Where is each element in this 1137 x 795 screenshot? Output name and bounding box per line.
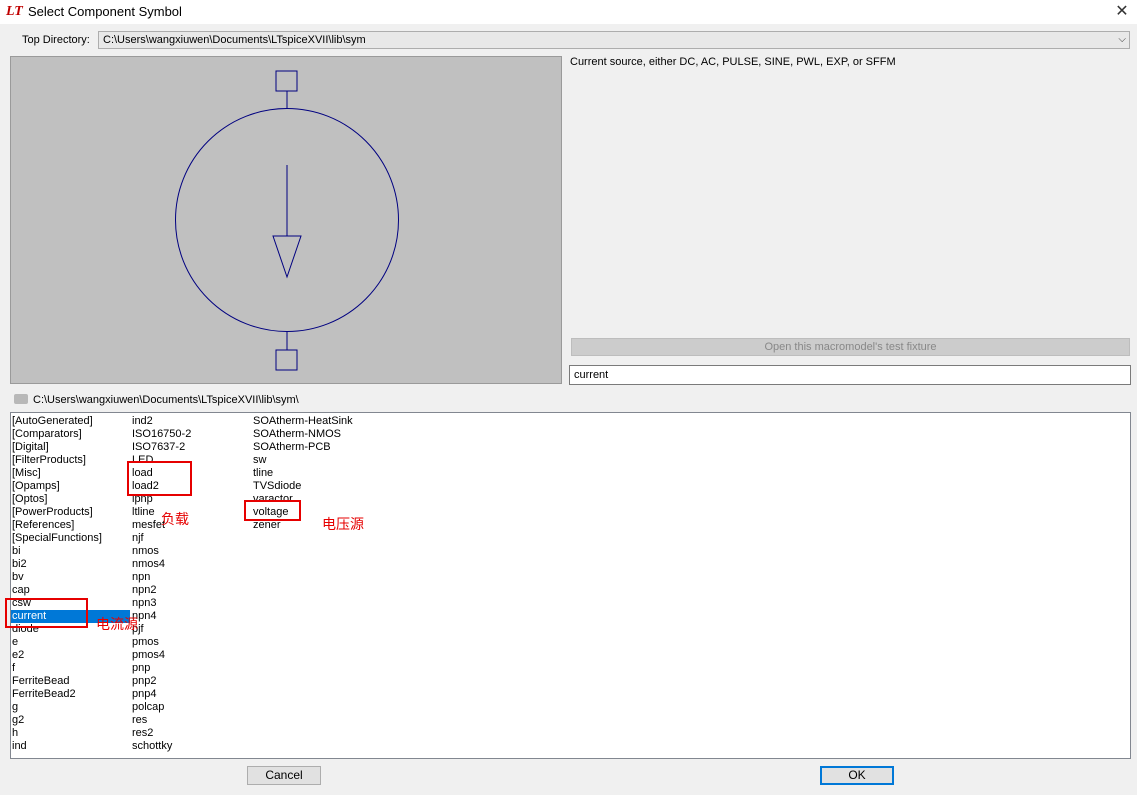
list-item[interactable]: h	[11, 727, 130, 740]
list-item[interactable]: SOAtherm-NMOS	[252, 428, 353, 441]
bottom-pin-icon	[275, 349, 298, 371]
list-item[interactable]: bi2	[11, 558, 130, 571]
ltspice-logo-icon: LT	[6, 4, 23, 19]
list-item[interactable]: bi	[11, 545, 130, 558]
cancel-button[interactable]: Cancel	[247, 766, 321, 785]
list-item[interactable]: res	[131, 714, 191, 727]
list-item[interactable]: npn2	[131, 584, 191, 597]
list-item[interactable]: npn	[131, 571, 191, 584]
list-item[interactable]: res2	[131, 727, 191, 740]
list-item[interactable]: e2	[11, 649, 130, 662]
list-item[interactable]: pmos4	[131, 649, 191, 662]
list-item[interactable]: ISO16750-2	[131, 428, 191, 441]
symbol-list-column-1: [AutoGenerated] [Comparators] [Digital] [Fi…	[11, 415, 130, 753]
list-item[interactable]: g2	[11, 714, 130, 727]
list-item[interactable]: [AutoGenerated]	[11, 415, 130, 428]
top-directory-value: C:\Users\wangxiuwen\Documents\LTspiceXVI…	[103, 34, 366, 46]
top-directory-label: Top Directory:	[22, 34, 90, 46]
list-item[interactable]: TVSdiode	[252, 480, 353, 493]
list-item[interactable]: [Optos]	[11, 493, 130, 506]
open-test-fixture-button[interactable]: Open this macromodel's test fixture	[571, 338, 1130, 356]
list-item[interactable]: g	[11, 701, 130, 714]
list-item[interactable]: polcap	[131, 701, 191, 714]
list-item[interactable]: [SpecialFunctions]	[11, 532, 130, 545]
list-item[interactable]: [Comparators]	[11, 428, 130, 441]
chevron-down-icon[interactable]: ⌵	[1118, 34, 1126, 45]
list-item[interactable]: ind2	[131, 415, 191, 428]
list-item[interactable]: nmos	[131, 545, 191, 558]
list-item[interactable]: ind	[11, 740, 130, 753]
ok-button[interactable]: OK	[820, 766, 894, 785]
symbol-preview	[10, 56, 562, 384]
list-item[interactable]: SOAtherm-HeatSink	[252, 415, 353, 428]
window-title: Select Component Symbol	[28, 4, 182, 19]
list-item[interactable]: [Misc]	[11, 467, 130, 480]
annotation-voltage-box	[244, 500, 301, 521]
list-item[interactable]: [PowerProducts]	[11, 506, 130, 519]
list-item[interactable]: tline	[252, 467, 353, 480]
list-item[interactable]: ISO7637-2	[131, 441, 191, 454]
annotation-voltage-note: 电压源	[322, 517, 364, 533]
annotation-load-box	[127, 461, 192, 496]
list-item[interactable]: npn3	[131, 597, 191, 610]
list-item[interactable]: schottky	[131, 740, 191, 753]
list-item[interactable]: FerriteBead	[11, 675, 130, 688]
symbol-description: Current source, either DC, AC, PULSE, SI…	[570, 56, 896, 68]
list-item[interactable]: f	[11, 662, 130, 675]
list-item[interactable]: bv	[11, 571, 130, 584]
current-path: C:\Users\wangxiuwen\Documents\LTspiceXVI…	[33, 394, 299, 406]
annotation-current-box	[5, 598, 88, 628]
title-bar: LT Select Component Symbol ✕	[0, 0, 1137, 24]
list-item[interactable]: pnp4	[131, 688, 191, 701]
top-pin-icon	[275, 70, 298, 92]
list-item[interactable]: pjf	[131, 623, 191, 636]
list-item[interactable]: npn4	[131, 610, 191, 623]
list-item[interactable]: cap	[11, 584, 130, 597]
arrow-head-icon	[272, 235, 302, 279]
list-item[interactable]: FerriteBead2	[11, 688, 130, 701]
current-source-icon	[175, 70, 399, 371]
list-item[interactable]: [Opamps]	[11, 480, 130, 493]
list-item[interactable]: [References]	[11, 519, 130, 532]
symbol-search-input[interactable]	[569, 365, 1131, 385]
list-item[interactable]: pnp	[131, 662, 191, 675]
list-item[interactable]: nmos4	[131, 558, 191, 571]
list-item[interactable]: pmos	[131, 636, 191, 649]
list-item[interactable]: e	[11, 636, 130, 649]
list-item[interactable]: njf	[131, 532, 191, 545]
list-item[interactable]: [Digital]	[11, 441, 130, 454]
list-item[interactable]: SOAtherm-PCB	[252, 441, 353, 454]
annotation-current-note: 电流源	[96, 617, 138, 633]
top-directory-dropdown[interactable]: C:\Users\wangxiuwen\Documents\LTspiceXVI…	[98, 31, 1130, 49]
folder-icon	[14, 394, 28, 404]
annotation-load-note: 负载	[161, 512, 189, 528]
list-item[interactable]: pnp2	[131, 675, 191, 688]
list-item[interactable]: [FilterProducts]	[11, 454, 130, 467]
close-icon[interactable]: ✕	[1107, 0, 1137, 24]
list-item[interactable]: sw	[252, 454, 353, 467]
